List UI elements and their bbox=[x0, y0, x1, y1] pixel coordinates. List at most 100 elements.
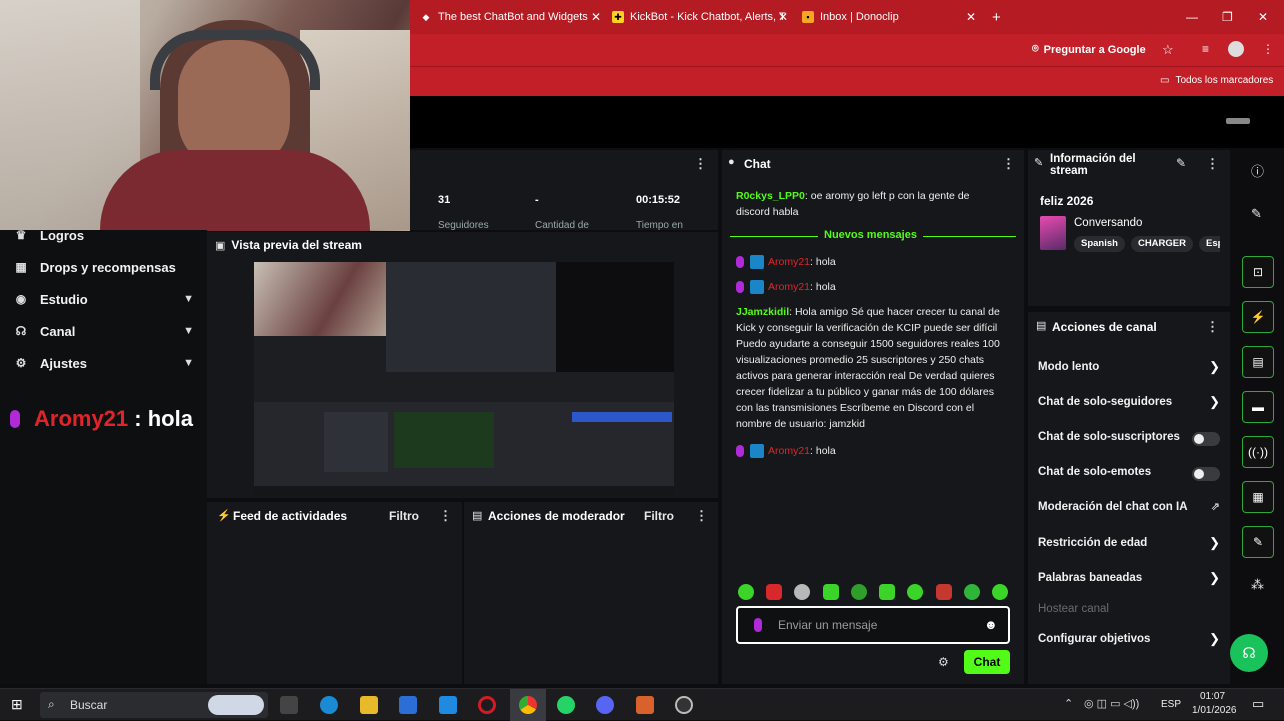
emote-icon[interactable] bbox=[991, 584, 1008, 600]
rail-button-logs[interactable]: ▤ bbox=[1242, 346, 1274, 378]
minimize-icon[interactable]: — bbox=[1186, 10, 1198, 24]
chat-username[interactable]: R0ckys_LPP0 bbox=[736, 190, 805, 202]
chat-input-placeholder[interactable]: Enviar un mensaje bbox=[778, 618, 877, 632]
emote-icon[interactable] bbox=[822, 584, 839, 600]
browser-tab[interactable]: ▪ Inbox | Donoclip ✕ bbox=[802, 6, 980, 28]
info-icon[interactable]: ⓘ bbox=[1251, 161, 1264, 180]
kick-badge-icon bbox=[750, 444, 764, 459]
edge-icon[interactable] bbox=[320, 696, 338, 714]
emote-icon[interactable] bbox=[907, 584, 924, 600]
file-explorer-icon[interactable] bbox=[360, 696, 378, 714]
mail-icon[interactable] bbox=[439, 696, 457, 714]
emotes-only-toggle[interactable] bbox=[1192, 467, 1220, 481]
nav-item-canal[interactable]: ☊ Canal ▼ bbox=[14, 321, 194, 341]
windows-start-icon[interactable]: ⊞ bbox=[11, 696, 23, 713]
rail-button-mod[interactable]: ▦ bbox=[1242, 481, 1274, 513]
mod-menu-icon[interactable]: ⋮ bbox=[695, 508, 708, 524]
chat-username[interactable]: Aromy21 bbox=[768, 445, 810, 457]
close-tab-icon[interactable]: ✕ bbox=[778, 10, 788, 24]
chat-menu-icon[interactable]: ⋮ bbox=[1002, 156, 1015, 172]
emote-icon[interactable] bbox=[766, 584, 783, 600]
close-window-icon[interactable]: ✕ bbox=[1258, 10, 1268, 24]
clock-time[interactable]: 01:07 bbox=[1200, 691, 1225, 702]
chat-username[interactable]: Aromy21 bbox=[768, 256, 810, 268]
nav-item-estudio[interactable]: ◉ Estudio ▼ bbox=[14, 289, 194, 309]
notifications-icon[interactable]: ▭ bbox=[1252, 696, 1264, 712]
action-age-restriction[interactable]: Restricción de edad bbox=[1038, 537, 1222, 549]
opera-icon[interactable] bbox=[478, 696, 496, 714]
chat-username[interactable]: JJamzkidil bbox=[736, 306, 789, 318]
pencil-icon[interactable]: ✎ bbox=[1251, 206, 1262, 222]
stream-preview-video[interactable] bbox=[254, 262, 674, 496]
whatsapp-icon[interactable] bbox=[557, 696, 575, 714]
nav-item-ajustes[interactable]: ⚙ Ajustes ▼ bbox=[14, 353, 194, 373]
app-icon[interactable] bbox=[636, 696, 654, 714]
chat-input-box[interactable]: Enviar un mensaje ☻ bbox=[736, 606, 1010, 644]
help-headset-button[interactable]: ☊ bbox=[1230, 634, 1268, 672]
taskbar-search[interactable]: ⌕ Buscar bbox=[40, 692, 268, 718]
rail-button-broadcast[interactable]: ((·)) bbox=[1242, 436, 1274, 468]
discord-icon[interactable] bbox=[596, 696, 614, 714]
chevron-up-icon[interactable]: ⌃ bbox=[1064, 697, 1073, 710]
nav-item-drops[interactable]: ▦ Drops y recompensas bbox=[14, 257, 194, 277]
rail-button-alerts[interactable]: ⚡ bbox=[1242, 301, 1274, 333]
channel-actions-menu-icon[interactable]: ⋮ bbox=[1206, 319, 1219, 335]
chat-settings-icon[interactable]: ⚙ bbox=[938, 655, 949, 669]
browser-tab[interactable]: ✚ KickBot - Kick Chatbot, Alerts, T ✕ bbox=[612, 6, 792, 28]
emote-icon[interactable] bbox=[879, 584, 896, 600]
store-icon[interactable] bbox=[399, 696, 417, 714]
kick-user-badge[interactable] bbox=[1226, 118, 1250, 124]
chat-send-button[interactable]: Chat bbox=[964, 650, 1010, 674]
media-icon[interactable]: ≡ bbox=[1202, 42, 1209, 56]
task-view-icon[interactable] bbox=[280, 696, 298, 714]
obs-icon[interactable] bbox=[675, 696, 693, 714]
rail-button-tools[interactable]: ✎ bbox=[1242, 526, 1274, 558]
viewers-label: Cantidad de bbox=[535, 220, 589, 231]
action-followers-only[interactable]: Chat de solo-seguidores bbox=[1038, 396, 1222, 408]
rail-button-clips[interactable]: ⊡ bbox=[1242, 256, 1274, 288]
chevron-right-icon[interactable]: ❯ bbox=[1209, 631, 1220, 647]
star-icon[interactable]: ☆ bbox=[1162, 42, 1174, 58]
tray-icons[interactable]: ◎ ◫ ▭ ◁)) bbox=[1084, 697, 1139, 710]
stream-category[interactable]: Conversando bbox=[1074, 217, 1142, 229]
settings-nodes-icon[interactable]: ⁂ bbox=[1251, 577, 1264, 593]
chevron-right-icon[interactable]: ❯ bbox=[1209, 535, 1220, 551]
mod-filter-button[interactable]: Filtro bbox=[644, 509, 674, 523]
restore-icon[interactable]: ❐ bbox=[1222, 10, 1233, 24]
emote-icon[interactable] bbox=[963, 584, 980, 600]
menu-icon[interactable]: ⋮ bbox=[1262, 42, 1274, 56]
stats-menu-icon[interactable]: ⋮ bbox=[694, 156, 707, 172]
action-banned-words[interactable]: Palabras baneadas bbox=[1038, 572, 1222, 584]
chevron-right-icon[interactable]: ❯ bbox=[1209, 570, 1220, 586]
close-tab-icon[interactable]: ✕ bbox=[591, 10, 601, 24]
nav-item-logros[interactable]: ♛ Logros bbox=[14, 225, 194, 245]
activity-filter-button[interactable]: Filtro bbox=[389, 509, 419, 523]
emote-icon[interactable] bbox=[850, 584, 867, 600]
clock-date[interactable]: 1/01/2026 bbox=[1192, 705, 1237, 716]
close-tab-icon[interactable]: ✕ bbox=[966, 10, 976, 24]
profile-avatar[interactable] bbox=[1228, 41, 1244, 57]
action-slow-mode[interactable]: Modo lento bbox=[1038, 361, 1222, 373]
language-indicator[interactable]: ESP bbox=[1161, 699, 1181, 710]
rail-button-chat[interactable]: ▬ bbox=[1242, 391, 1274, 423]
new-tab-button[interactable]: + bbox=[992, 6, 1012, 28]
action-set-goals[interactable]: Configurar objetivos bbox=[1038, 633, 1222, 645]
chevron-right-icon[interactable]: ❯ bbox=[1209, 359, 1220, 375]
edit-icon[interactable]: ✎ bbox=[1176, 156, 1186, 170]
activity-menu-icon[interactable]: ⋮ bbox=[439, 508, 452, 524]
all-bookmarks-button[interactable]: ▭ Todos los marcadores bbox=[1160, 75, 1273, 86]
action-ai-moderation[interactable]: Moderación del chat con IA bbox=[1038, 501, 1222, 513]
emote-icon[interactable] bbox=[794, 584, 811, 600]
emote-icon[interactable] bbox=[935, 584, 952, 600]
chevron-right-icon[interactable]: ❯ bbox=[1209, 394, 1220, 410]
ask-google-button[interactable]: ⌾ Preguntar a Google bbox=[1032, 43, 1146, 56]
emoji-icon[interactable]: ☻ bbox=[984, 617, 998, 632]
emote-icon[interactable] bbox=[738, 584, 754, 600]
subscribers-only-toggle[interactable] bbox=[1192, 432, 1220, 446]
chat-username[interactable]: Aromy21 bbox=[768, 281, 810, 293]
chrome-icon[interactable] bbox=[519, 696, 537, 714]
external-link-icon[interactable]: ⇗ bbox=[1211, 500, 1220, 513]
browser-tab[interactable]: ◆ The best ChatBot and Widgets ✕ bbox=[420, 6, 605, 28]
stream-info-menu-icon[interactable]: ⋮ bbox=[1206, 156, 1219, 172]
chat-message: Aromy21: hola bbox=[736, 254, 1006, 270]
